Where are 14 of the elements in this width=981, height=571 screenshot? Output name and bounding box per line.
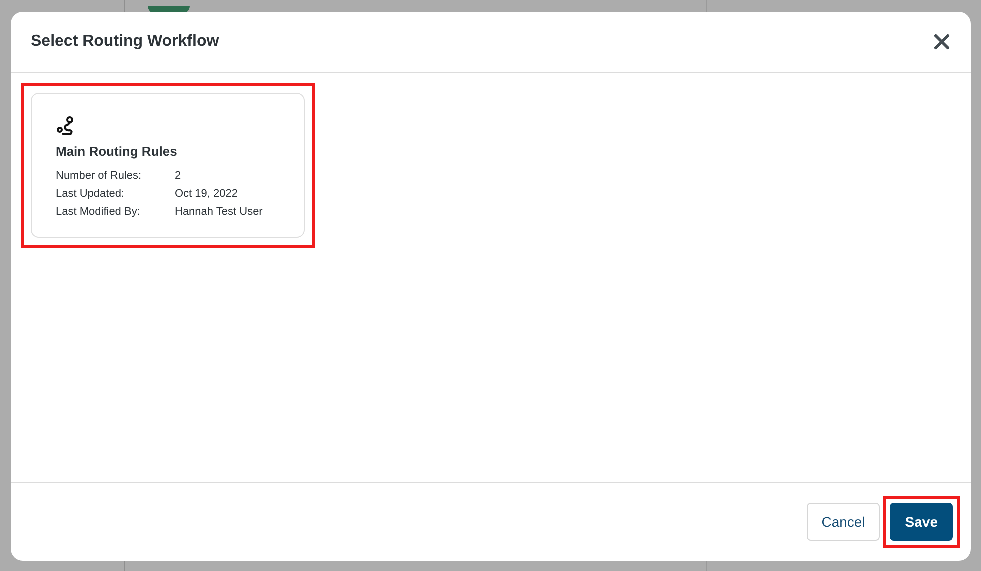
detail-value: Oct 19, 2022 [175, 187, 239, 201]
workflow-name: Main Routing Rules [56, 144, 178, 159]
save-button[interactable]: Save [890, 503, 953, 541]
detail-label: Last Modified By: [56, 205, 142, 219]
detail-value: Hannah Test User [175, 205, 264, 219]
workflow-card[interactable]: Main Routing Rules Number of Rules: 2 Last Updated: Oct 19, 2022 Last Modified By: Hannah Test User [31, 93, 305, 238]
close-button[interactable] [933, 33, 951, 51]
detail-label: Last Updated: [56, 187, 126, 201]
route-icon [56, 116, 76, 136]
detail-value: 2 [175, 169, 182, 183]
close-icon [933, 33, 951, 51]
cancel-button[interactable]: Cancel [806, 503, 880, 541]
detail-label: Number of Rules: [56, 169, 143, 183]
dialog-title: Select Routing Workflow [31, 33, 220, 51]
